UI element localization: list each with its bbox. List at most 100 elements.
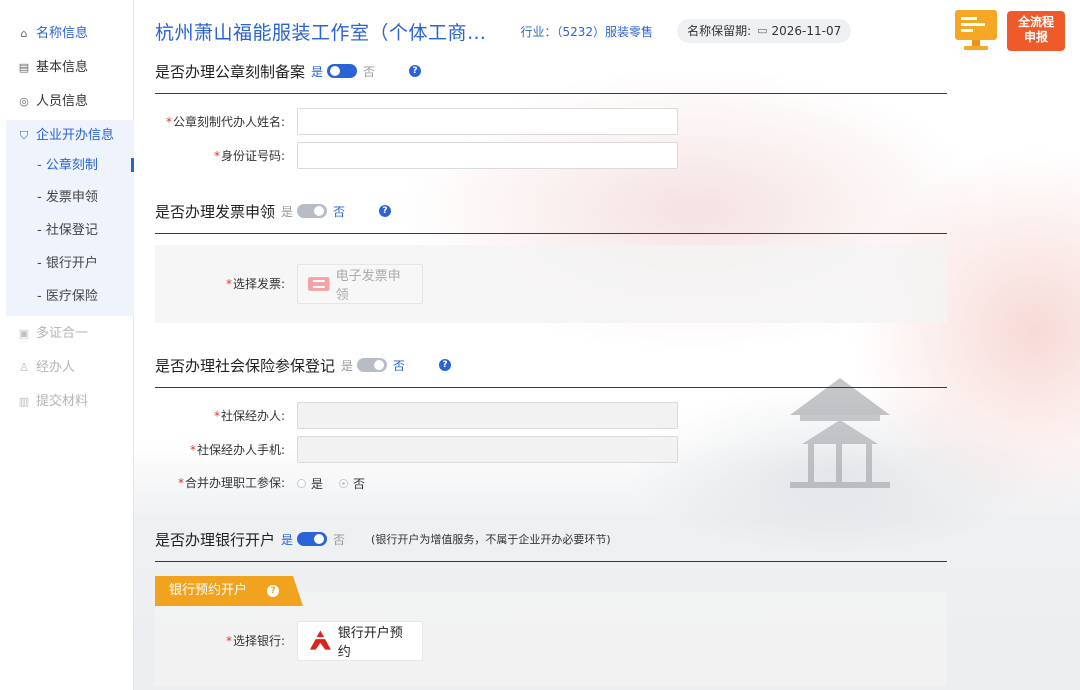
- sidebar-item-label: 企业开办信息: [36, 128, 115, 143]
- sidebar-item-label: 经办人: [36, 360, 76, 375]
- home-icon: ⌂: [20, 27, 28, 40]
- required-mark: *: [189, 443, 196, 457]
- social-agent-input[interactable]: [297, 402, 678, 429]
- agent-icon: ♙: [19, 361, 29, 374]
- sidebar-subitem-bank[interactable]: - 银行开户: [37, 253, 98, 275]
- name-reserve-badge: 名称保留期: ▭ 2026-11-07: [677, 19, 852, 43]
- full-process-badge[interactable]: 全流程 申报: [1007, 11, 1065, 51]
- seal-agent-name-input[interactable]: [297, 108, 678, 135]
- invoice-icon: [308, 277, 330, 291]
- invoice-yes-label: 是: [281, 204, 294, 219]
- social-title: 是否办理社会保险参保登记: [155, 356, 336, 375]
- bank-yes-label: 是: [281, 532, 294, 547]
- social-no-label: 否: [393, 358, 406, 373]
- badge-line2: 申报: [1023, 30, 1048, 44]
- reserve-label: 名称保留期:: [687, 24, 752, 38]
- page-header: 杭州萧山福能服装工作室（个体工商… 行业：（5232）服装零售 名称保留期: ▭…: [155, 16, 852, 46]
- bank-appointment-label: 银行开户预约: [337, 626, 403, 660]
- sidebar-item-agent[interactable]: ♙ 经办人: [18, 357, 75, 379]
- seal-toggle[interactable]: [327, 64, 358, 78]
- required-mark: *: [225, 277, 232, 291]
- monitor-icon[interactable]: [952, 8, 1000, 54]
- calendar-icon: ▭: [757, 24, 768, 37]
- seal-agent-name-label: *公章刻制代办人姓名:: [165, 115, 285, 129]
- required-mark: *: [225, 634, 232, 648]
- merge-no-radio[interactable]: [339, 478, 349, 488]
- help-icon[interactable]: ?: [379, 205, 392, 217]
- seal-section-title: 是否办理公章刻制备案 是 否 ?: [155, 60, 422, 82]
- social-agent-label: *社保经办人:: [213, 409, 285, 423]
- help-icon[interactable]: ?: [267, 584, 280, 597]
- person-circle-icon: ◎: [19, 95, 29, 108]
- merge-insurance-radio-group: 是 否: [297, 473, 365, 493]
- industry-label: 行业：（5232）服装零售: [520, 24, 654, 39]
- sidebar-item-multi-certificate[interactable]: ▣ 多证合一: [18, 323, 88, 345]
- seal-id-label: *身份证号码:: [213, 149, 285, 163]
- shield-icon: ⛉: [19, 129, 29, 142]
- help-icon[interactable]: ?: [439, 359, 452, 371]
- bank-title: 是否办理银行开户: [155, 530, 276, 549]
- section-divider: [155, 387, 947, 388]
- seal-id-input[interactable]: [297, 142, 678, 169]
- seal-title: 是否办理公章刻制备案: [155, 62, 306, 81]
- bank-no-label: 否: [333, 532, 346, 547]
- sidebar-item-basic-info[interactable]: ▤ 基本信息: [18, 57, 88, 79]
- social-toggle[interactable]: [357, 358, 388, 372]
- merge-insurance-label: *合并办理职工参保:: [177, 476, 285, 490]
- badge-line1: 全流程: [1017, 15, 1054, 29]
- social-section-title: 是否办理社会保险参保登记 是 否 ?: [155, 354, 452, 376]
- invoice-section-title: 是否办理发票申领 是 否 ?: [155, 200, 392, 222]
- file-icon: ▥: [18, 395, 30, 408]
- bank-note: (银行开户为增值服务，不属于企业开办必要环节): [371, 533, 611, 546]
- sidebar-item-label: 名称信息: [36, 26, 89, 41]
- required-mark: *: [165, 115, 172, 129]
- help-icon[interactable]: ?: [409, 65, 422, 77]
- social-phone-label: *社保经办人手机:: [189, 443, 285, 457]
- sidebar-item-label: 多证合一: [36, 326, 89, 341]
- seal-no-label: 否: [363, 64, 376, 79]
- merge-no-label: 否: [353, 476, 366, 491]
- reserve-date: 2026-11-07: [771, 24, 842, 38]
- invoice-no-label: 否: [333, 204, 346, 219]
- document-icon: ▤: [18, 61, 30, 74]
- e-invoice-label: 电子发票申领: [335, 269, 401, 303]
- bank-select-label: *选择银行:: [225, 634, 285, 648]
- sidebar-item-name-info[interactable]: ⌂ 名称信息: [18, 23, 89, 45]
- certificate-icon: ▣: [18, 327, 30, 340]
- seal-yes-label: 是: [311, 64, 324, 79]
- sidebar-subitem-medical[interactable]: - 医疗保险: [37, 286, 98, 308]
- sidebar-item-enterprise-opening[interactable]: ⛉ 企业开办信息: [18, 125, 114, 147]
- sidebar-item-label: 人员信息: [36, 94, 89, 109]
- company-name: 杭州萧山福能服装工作室（个体工商…: [155, 21, 487, 44]
- bank-appointment-tab[interactable]: 银行预约开户 ?: [155, 576, 303, 606]
- sidebar-subitem-invoice[interactable]: - 发票申领: [37, 187, 98, 209]
- bank-appointment-button[interactable]: 银行开户预约: [297, 621, 423, 661]
- sidebar-item-submit-materials[interactable]: ▥ 提交材料: [18, 391, 88, 413]
- section-divider: [155, 561, 947, 562]
- section-divider: [155, 233, 947, 234]
- required-mark: *: [213, 149, 220, 163]
- active-indicator: [131, 158, 134, 172]
- main-content: 是否办理公章刻制备案 是 否 ? *公章刻制代办人姓名: *身份证号码: 是否办…: [0, 0, 1080, 690]
- sidebar-subitem-social-security[interactable]: - 社保登记: [37, 220, 98, 242]
- bank-tab-label: 银行预约开户: [169, 583, 248, 598]
- bank-section-title: 是否办理银行开户 是 否 (银行开户为增值服务，不属于企业开办必要环节): [155, 528, 611, 550]
- merge-yes-label: 是: [311, 476, 324, 491]
- social-phone-input[interactable]: [297, 436, 678, 463]
- invoice-select-label: *选择发票:: [225, 277, 285, 291]
- bank-toggle[interactable]: [297, 532, 328, 546]
- bank-logo-icon: [309, 630, 331, 650]
- sidebar-item-personnel-info[interactable]: ◎ 人员信息: [18, 91, 88, 113]
- invoice-toggle[interactable]: [297, 204, 328, 218]
- invoice-title: 是否办理发票申领: [155, 202, 276, 221]
- e-invoice-button[interactable]: 电子发票申领: [297, 264, 423, 304]
- sidebar-item-label: 提交材料: [36, 394, 89, 409]
- required-mark: *: [213, 409, 220, 423]
- required-mark: *: [177, 476, 184, 490]
- sidebar: ⌂ 名称信息 ▤ 基本信息 ◎ 人员信息 ⛉ 企业开办信息 - 公章刻制 - 发…: [0, 0, 134, 690]
- merge-yes-radio[interactable]: [297, 478, 306, 488]
- sidebar-subitem-seal[interactable]: - 公章刻制: [37, 155, 98, 177]
- section-divider: [155, 93, 947, 94]
- sidebar-item-label: 基本信息: [36, 60, 89, 75]
- social-yes-label: 是: [341, 358, 354, 373]
